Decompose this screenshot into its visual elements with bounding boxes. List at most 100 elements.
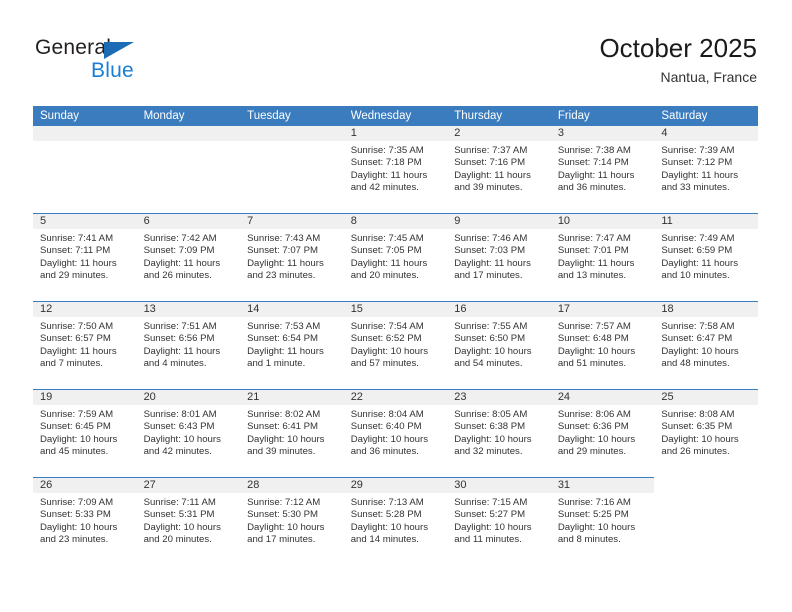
calendar-day-cell[interactable]: 2 Sunrise: 7:37 AM Sunset: 7:16 PM Daylight… (447, 126, 551, 214)
calendar-day-cell[interactable]: 18 Sunrise: 7:58 AM Sunset: 6:47 PM Dayligh… (654, 301, 758, 390)
calendar-day-cell[interactable]: 13 Sunrise: 7:51 AM Sunset: 6:56 PM Dayligh… (136, 301, 241, 390)
day-details: Sunrise: 7:55 AM Sunset: 6:50 PM Daylight:… (447, 317, 551, 389)
calendar-empty-cell (136, 126, 241, 214)
sunset-text: Sunset: 7:01 PM (557, 245, 629, 257)
day-details: Sunrise: 8:05 AM Sunset: 6:38 PM Daylight:… (447, 405, 551, 477)
calendar-day-cell[interactable]: 25 Sunrise: 8:08 AM Sunset: 6:35 PM Dayligh… (654, 389, 758, 478)
page-header: General Blue October 2025 Nantua, France (0, 0, 792, 100)
daylight-text-line1: Daylight: 10 hours (661, 433, 739, 445)
sunrise-text: Sunrise: 7:55 AM (454, 321, 528, 332)
calendar-day-cell[interactable]: 12 Sunrise: 7:50 AM Sunset: 6:57 PM Dayligh… (33, 301, 137, 390)
calendar-day-cell[interactable]: 24 Sunrise: 8:06 AM Sunset: 6:36 PM Dayligh… (550, 389, 655, 478)
day-details: Sunrise: 7:57 AM Sunset: 6:48 PM Daylight:… (551, 317, 655, 389)
daylight-text-line1: Daylight: 10 hours (350, 433, 429, 445)
day-details: Sunrise: 7:13 AM Sunset: 5:28 PM Daylight:… (344, 493, 448, 565)
sunrise-text: Sunrise: 8:05 AM (454, 409, 528, 420)
day-number: 5 (33, 214, 137, 229)
calendar-day-cell[interactable]: 30 Sunrise: 7:15 AM Sunset: 5:27 PM Dayligh… (447, 477, 551, 565)
daylight-text-line1: Daylight: 11 hours (143, 257, 221, 269)
calendar-day-cell[interactable]: 19 Sunrise: 7:59 AM Sunset: 6:45 PM Dayligh… (33, 389, 137, 478)
day-number: 8 (343, 214, 448, 229)
calendar-day-cell[interactable]: 10 Sunrise: 7:47 AM Sunset: 7:01 PM Dayligh… (550, 213, 655, 302)
calendar-day-cell[interactable]: 8 Sunrise: 7:45 AM Sunset: 7:05 PM Daylight… (343, 213, 448, 302)
day-number: 19 (33, 390, 137, 405)
general-blue-logo[interactable]: General Blue (35, 36, 255, 86)
day-details: Sunrise: 7:16 AM Sunset: 5:25 PM Daylight:… (551, 493, 655, 565)
calendar-day-cell[interactable]: 21 Sunrise: 8:02 AM Sunset: 6:41 PM Dayligh… (240, 389, 344, 478)
sunset-text: Sunset: 7:18 PM (350, 157, 422, 169)
calendar-day-cell[interactable]: 20 Sunrise: 8:01 AM Sunset: 6:43 PM Dayligh… (136, 389, 241, 478)
day-details: Sunrise: 7:42 AM Sunset: 7:09 PM Daylight:… (137, 229, 241, 301)
calendar-day-cell[interactable]: 4 Sunrise: 7:39 AM Sunset: 7:12 PM Daylight… (654, 126, 758, 214)
calendar-day-cell[interactable]: 6 Sunrise: 7:42 AM Sunset: 7:09 PM Daylight… (136, 213, 241, 302)
day-details: Sunrise: 7:53 AM Sunset: 6:54 PM Daylight:… (240, 317, 344, 389)
day-number: 20 (136, 390, 241, 405)
day-details: Sunrise: 7:41 AM Sunset: 7:11 PM Daylight:… (33, 229, 137, 301)
calendar-day-cell[interactable]: 9 Sunrise: 7:46 AM Sunset: 7:03 PM Daylight… (447, 213, 551, 302)
sunrise-text: Sunrise: 7:53 AM (247, 321, 321, 332)
daylight-text-line1: Daylight: 10 hours (454, 521, 532, 533)
sunset-text: Sunset: 7:09 PM (143, 245, 215, 257)
calendar-day-cell[interactable]: 31 Sunrise: 7:16 AM Sunset: 5:25 PM Dayligh… (550, 477, 655, 565)
calendar-day-cell[interactable]: 22 Sunrise: 8:04 AM Sunset: 6:40 PM Dayligh… (343, 389, 448, 478)
calendar-table: Sunday Monday Tuesday Wednesday Thursday… (33, 106, 758, 565)
calendar-day-cell[interactable]: 29 Sunrise: 7:13 AM Sunset: 5:28 PM Dayligh… (343, 477, 448, 565)
day-details: Sunrise: 7:38 AM Sunset: 7:14 PM Daylight:… (551, 141, 655, 213)
calendar-day-cell[interactable]: 16 Sunrise: 7:55 AM Sunset: 6:50 PM Dayligh… (447, 301, 551, 390)
day-details: Sunrise: 8:06 AM Sunset: 6:36 PM Daylight:… (551, 405, 655, 477)
sunset-text: Sunset: 6:40 PM (350, 421, 422, 433)
sunrise-text: Sunrise: 7:49 AM (661, 233, 735, 244)
day-details: Sunrise: 7:43 AM Sunset: 7:07 PM Daylight:… (240, 229, 344, 301)
calendar-day-cell[interactable]: 11 Sunrise: 7:49 AM Sunset: 6:59 PM Dayligh… (654, 213, 758, 302)
sunset-text: Sunset: 7:07 PM (247, 245, 319, 257)
sunrise-text: Sunrise: 8:06 AM (557, 409, 631, 420)
sunrise-text: Sunrise: 7:09 AM (40, 497, 114, 508)
sunrise-text: Sunrise: 7:39 AM (661, 145, 735, 156)
calendar-day-cell[interactable]: 1 Sunrise: 7:35 AM Sunset: 7:18 PM Daylight… (343, 126, 448, 214)
calendar-empty-cell (240, 126, 344, 214)
day-details: Sunrise: 7:35 AM Sunset: 7:18 PM Daylight:… (344, 141, 448, 213)
daylight-text-line1: Daylight: 11 hours (454, 169, 531, 181)
sunset-text: Sunset: 5:27 PM (454, 509, 526, 521)
day-number: 27 (136, 478, 241, 493)
weekday-header-saturday: Saturday (654, 106, 758, 126)
sunrise-text: Sunrise: 7:45 AM (350, 233, 424, 244)
calendar-week-row: 19 Sunrise: 7:59 AM Sunset: 6:45 PM Dayligh… (33, 389, 758, 478)
calendar-day-cell[interactable]: 28 Sunrise: 7:12 AM Sunset: 5:30 PM Dayligh… (240, 477, 344, 565)
calendar-day-cell[interactable]: 3 Sunrise: 7:38 AM Sunset: 7:14 PM Daylight… (550, 126, 655, 214)
sunrise-text: Sunrise: 7:35 AM (350, 145, 424, 156)
day-number: 16 (447, 302, 551, 317)
calendar-day-cell[interactable]: 27 Sunrise: 7:11 AM Sunset: 5:31 PM Dayligh… (136, 477, 241, 565)
calendar-day-cell[interactable]: 26 Sunrise: 7:09 AM Sunset: 5:33 PM Dayligh… (33, 477, 137, 565)
day-number: 13 (136, 302, 241, 317)
day-details (33, 141, 137, 213)
daylight-text-line1: Daylight: 10 hours (557, 433, 636, 445)
sunrise-text: Sunrise: 7:58 AM (661, 321, 735, 332)
daylight-text-line1: Daylight: 11 hours (557, 169, 635, 181)
daylight-text-line2: and 29 minutes. (40, 269, 109, 281)
daylight-text-line2: and 7 minutes. (40, 357, 103, 369)
day-details: Sunrise: 7:11 AM Sunset: 5:31 PM Daylight:… (137, 493, 241, 565)
weekday-header-wednesday: Wednesday (343, 106, 448, 126)
day-details: Sunrise: 7:59 AM Sunset: 6:45 PM Daylight:… (33, 405, 137, 477)
calendar-day-cell[interactable]: 14 Sunrise: 7:53 AM Sunset: 6:54 PM Dayligh… (240, 301, 344, 390)
day-number: 2 (447, 126, 551, 141)
day-details: Sunrise: 7:37 AM Sunset: 7:16 PM Daylight:… (447, 141, 551, 213)
calendar-day-cell[interactable]: 15 Sunrise: 7:54 AM Sunset: 6:52 PM Dayligh… (343, 301, 448, 390)
daylight-text-line2: and 42 minutes. (350, 181, 419, 193)
weekday-header-thursday: Thursday (447, 106, 551, 126)
daylight-text-line2: and 10 minutes. (661, 269, 730, 281)
day-number: 6 (136, 214, 241, 229)
calendar-day-cell[interactable]: 23 Sunrise: 8:05 AM Sunset: 6:38 PM Dayligh… (447, 389, 551, 478)
page-title: October 2025 (599, 33, 757, 63)
daylight-text-line1: Daylight: 11 hours (350, 257, 428, 269)
calendar-day-cell[interactable]: 7 Sunrise: 7:43 AM Sunset: 7:07 PM Daylight… (240, 213, 344, 302)
day-number: 9 (447, 214, 551, 229)
day-number (33, 126, 137, 141)
sunrise-text: Sunrise: 7:13 AM (350, 497, 424, 508)
calendar-day-cell[interactable]: 17 Sunrise: 7:57 AM Sunset: 6:48 PM Dayligh… (550, 301, 655, 390)
day-details (137, 141, 241, 213)
daylight-text-line2: and 13 minutes. (557, 269, 627, 281)
calendar-day-cell[interactable]: 5 Sunrise: 7:41 AM Sunset: 7:11 PM Daylight… (33, 213, 137, 302)
sunset-text: Sunset: 6:43 PM (143, 421, 215, 433)
